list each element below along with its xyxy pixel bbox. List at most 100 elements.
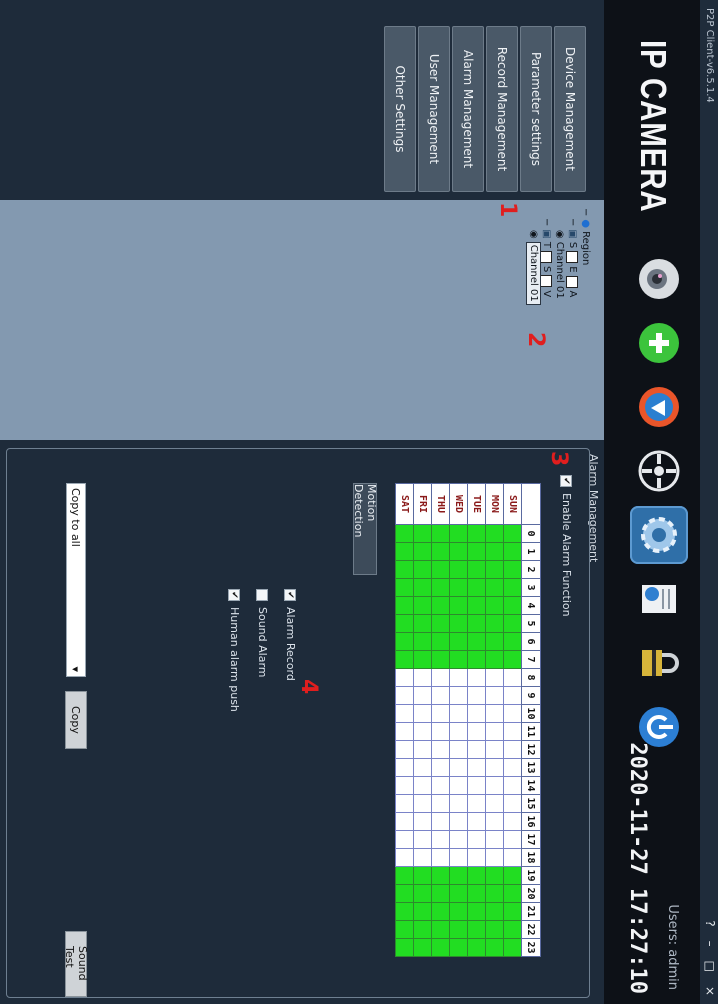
schedule-cell[interactable] [413,794,432,813]
schedule-cell[interactable] [485,668,504,687]
schedule-cell[interactable] [503,920,522,939]
schedule-cell[interactable] [395,632,414,651]
close-button[interactable]: × [703,986,717,996]
schedule-cell[interactable] [503,704,522,723]
schedule-cell[interactable] [395,650,414,669]
schedule-cell[interactable] [395,722,414,741]
schedule-cell[interactable] [449,578,468,597]
schedule-cell[interactable] [467,704,486,723]
schedule-cell[interactable] [395,848,414,867]
schedule-cell[interactable] [431,920,450,939]
schedule-cell[interactable] [395,776,414,795]
schedule-cell[interactable] [431,542,450,561]
schedule-cell[interactable] [467,920,486,939]
schedule-cell[interactable] [413,740,432,759]
schedule-cell[interactable] [485,794,504,813]
add-device-button[interactable] [630,314,688,372]
schedule-cell[interactable] [503,578,522,597]
copy-button[interactable]: Copy [65,691,87,749]
schedule-cell[interactable] [449,866,468,885]
settings-button[interactable] [630,506,688,564]
schedule-cell[interactable] [449,686,468,705]
sound-test-button[interactable]: Sound Test [63,931,89,997]
schedule-cell[interactable] [485,830,504,849]
schedule-cell[interactable] [431,884,450,903]
schedule-cell[interactable] [413,812,432,831]
schedule-cell[interactable] [503,776,522,795]
schedule-cell[interactable] [467,758,486,777]
schedule-cell[interactable] [413,614,432,633]
schedule-cell[interactable] [485,902,504,921]
schedule-cell[interactable] [503,722,522,741]
sidebar-item-other-settings[interactable]: Other Settings [384,26,416,192]
schedule-cell[interactable] [467,542,486,561]
schedule-cell[interactable] [485,848,504,867]
schedule-cell[interactable] [503,938,522,957]
minimize-button[interactable]: – [703,941,717,947]
schedule-cell[interactable] [485,650,504,669]
schedule-cell[interactable] [431,866,450,885]
schedule-cell[interactable] [503,830,522,849]
schedule-cell[interactable] [449,596,468,615]
schedule-cell[interactable] [413,884,432,903]
schedule-cell[interactable] [485,866,504,885]
schedule-cell[interactable] [395,758,414,777]
schedule-cell[interactable] [431,686,450,705]
schedule-cell[interactable] [467,740,486,759]
schedule-cell[interactable] [413,902,432,921]
schedule-cell[interactable] [395,830,414,849]
schedule-cell[interactable] [449,902,468,921]
schedule-cell[interactable] [431,758,450,777]
schedule-cell[interactable] [449,704,468,723]
schedule-cell[interactable] [413,776,432,795]
schedule-cell[interactable] [467,614,486,633]
schedule-cell[interactable] [395,614,414,633]
schedule-cell[interactable] [413,938,432,957]
schedule-cell[interactable] [485,740,504,759]
schedule-cell[interactable] [395,578,414,597]
schedule-cell[interactable] [467,776,486,795]
schedule-cell[interactable] [467,884,486,903]
schedule-cell[interactable] [431,902,450,921]
schedule-cell[interactable] [467,812,486,831]
schedule-cell[interactable] [467,650,486,669]
schedule-cell[interactable] [449,650,468,669]
schedule-cell[interactable] [485,686,504,705]
schedule-cell[interactable] [503,848,522,867]
schedule-cell[interactable] [503,632,522,651]
schedule-cell[interactable] [449,758,468,777]
schedule-cell[interactable] [431,722,450,741]
schedule-cell[interactable] [413,722,432,741]
schedule-cell[interactable] [485,596,504,615]
schedule-cell[interactable] [449,632,468,651]
schedule-cell[interactable] [395,704,414,723]
sidebar-item-user-management[interactable]: User Management [418,26,450,192]
schedule-cell[interactable] [395,740,414,759]
maximize-button[interactable]: □ [703,961,717,972]
schedule-cell[interactable] [467,686,486,705]
schedule-cell[interactable] [431,812,450,831]
schedule-cell[interactable] [503,758,522,777]
schedule-cell[interactable] [449,722,468,741]
schedule-cell[interactable] [395,596,414,615]
schedule-cell[interactable] [395,686,414,705]
schedule-cell[interactable] [395,542,414,561]
schedule-cell[interactable] [431,938,450,957]
schedule-cell[interactable] [449,938,468,957]
schedule-cell[interactable] [413,668,432,687]
alarm-schedule-grid[interactable]: 0 1 2 3 4 5 6 7 8 9 10 11 12 13 14 15 16 17 18 19 20 21 22 23 S… [395,483,541,957]
ptz-button[interactable] [630,442,688,500]
schedule-cell[interactable] [485,920,504,939]
schedule-cell[interactable] [449,740,468,759]
schedule-cell[interactable] [413,920,432,939]
schedule-cell[interactable] [467,902,486,921]
schedule-cell[interactable] [485,884,504,903]
schedule-cell[interactable] [467,632,486,651]
schedule-cell[interactable] [431,776,450,795]
schedule-cell[interactable] [503,686,522,705]
schedule-cell[interactable] [449,542,468,561]
schedule-cell[interactable] [485,722,504,741]
schedule-cell[interactable] [413,632,432,651]
schedule-cell[interactable] [413,596,432,615]
schedule-cell[interactable] [449,884,468,903]
